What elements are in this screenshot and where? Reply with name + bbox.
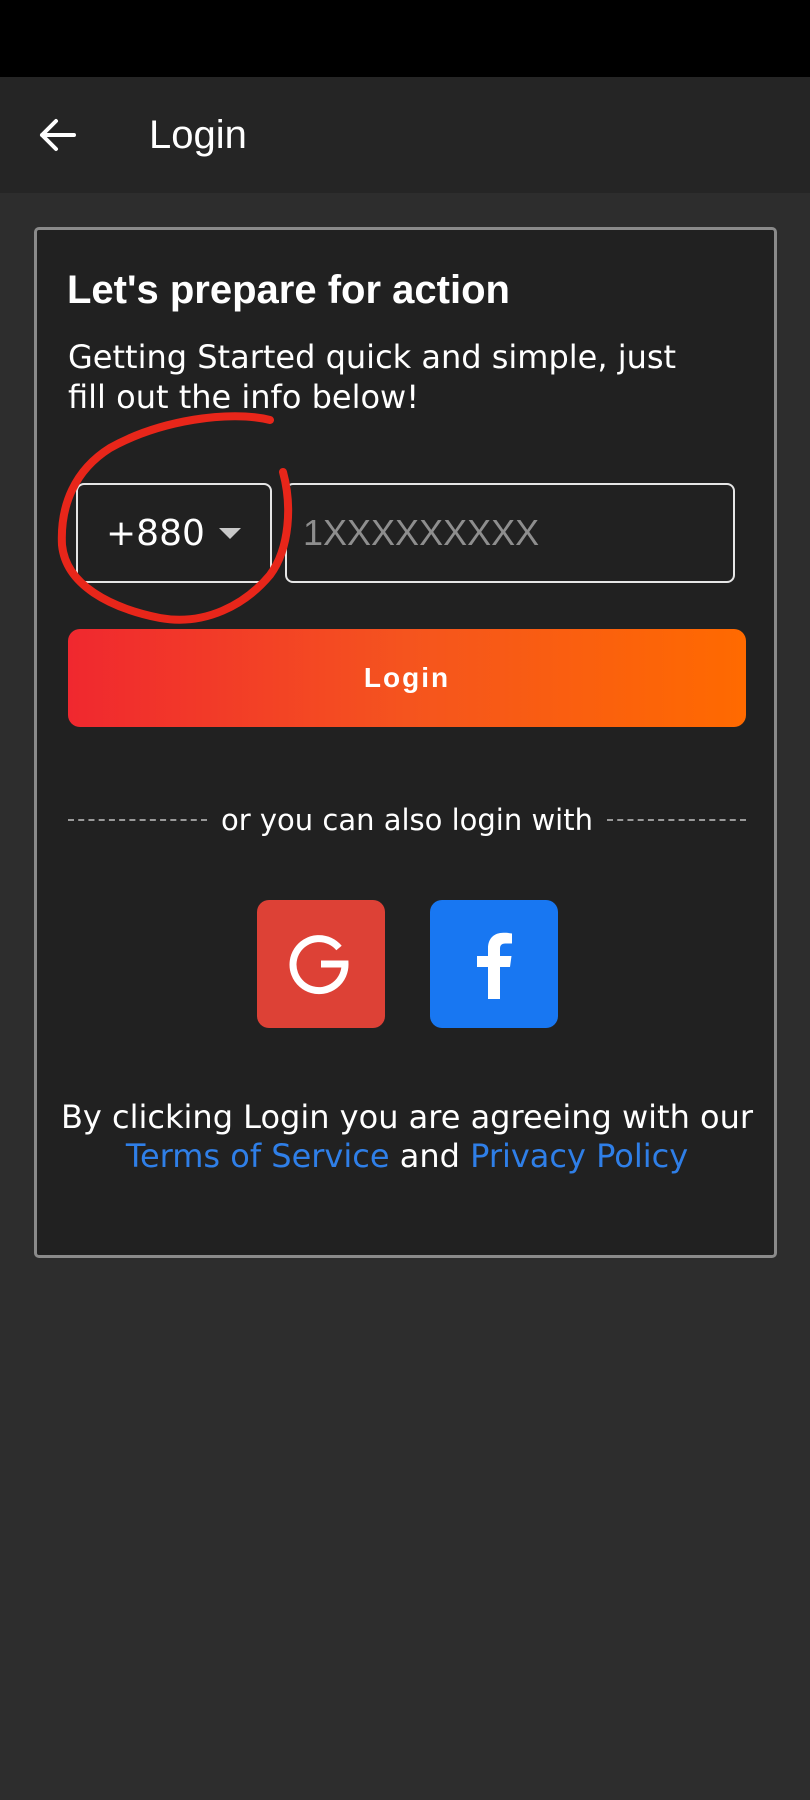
country-code-value: +880	[106, 512, 205, 554]
card-subtitle: Getting Started quick and simple, just f…	[68, 338, 677, 416]
back-button[interactable]	[28, 105, 88, 165]
status-bar	[0, 0, 810, 77]
login-card: Let's prepare for action Getting Started…	[34, 227, 777, 1258]
page-title: Login	[149, 113, 247, 157]
app-bar: Login	[0, 77, 810, 193]
card-heading: Let's prepare for action	[67, 268, 510, 312]
divider-line-right	[607, 819, 746, 821]
facebook-icon	[477, 932, 512, 999]
google-login-button[interactable]	[257, 900, 385, 1028]
social-divider: or you can also login with	[68, 800, 746, 840]
terms-notice: By clicking Login you are agreeing with …	[57, 1098, 757, 1176]
divider-line-left	[68, 819, 207, 821]
divider-text: or you can also login with	[221, 803, 593, 837]
phone-number-input[interactable]	[285, 483, 735, 583]
arrow-left-icon	[40, 119, 76, 151]
facebook-login-button[interactable]	[430, 900, 558, 1028]
google-icon	[289, 935, 349, 995]
country-code-select[interactable]: +880	[76, 483, 272, 583]
login-button[interactable]: Login	[68, 629, 746, 727]
terms-prefix: By clicking Login you are agreeing with …	[60, 1098, 754, 1136]
terms-conjunction: and	[399, 1137, 460, 1175]
caret-down-icon	[218, 527, 241, 539]
terms-of-service-link[interactable]: Terms of Service	[126, 1137, 390, 1175]
privacy-policy-link[interactable]: Privacy Policy	[470, 1137, 688, 1175]
